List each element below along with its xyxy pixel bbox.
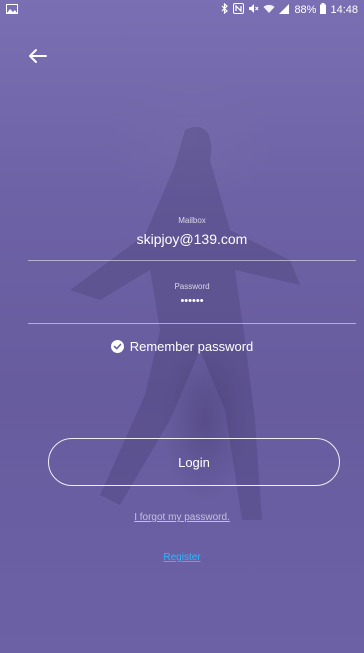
mute-icon [248,3,259,17]
signal-icon [279,3,290,17]
login-button-label: Login [178,454,210,470]
clock: 14:48 [330,4,358,16]
mailbox-label: Mailbox [178,216,206,225]
back-button[interactable] [26,44,50,68]
mailbox-underline [28,260,356,261]
battery-percentage: 88% [294,4,317,16]
mailbox-input[interactable]: skipjoy@139.com [28,231,356,247]
forgot-password-link[interactable]: I forgot my password. [0,512,364,523]
remember-password-label: Remember password [129,339,254,354]
password-input[interactable]: •••••• [28,295,356,307]
wifi-icon [263,4,275,17]
register-link[interactable]: Register [0,552,364,563]
checkmark-icon[interactable] [110,340,124,353]
password-field[interactable]: Password •••••• [28,282,356,307]
remember-password-toggle[interactable]: Remember password [0,339,364,354]
mailbox-field[interactable]: Mailbox skipjoy@139.com [28,216,356,247]
bluetooth-icon [221,2,229,17]
battery-icon [320,3,327,17]
status-bar: 88% 14:48 [0,0,364,20]
back-arrow-icon [29,49,47,63]
gallery-icon [6,3,18,17]
password-label: Password [174,282,210,291]
login-button[interactable]: Login [48,438,340,486]
password-underline [28,323,356,324]
nfc-icon [233,3,245,17]
